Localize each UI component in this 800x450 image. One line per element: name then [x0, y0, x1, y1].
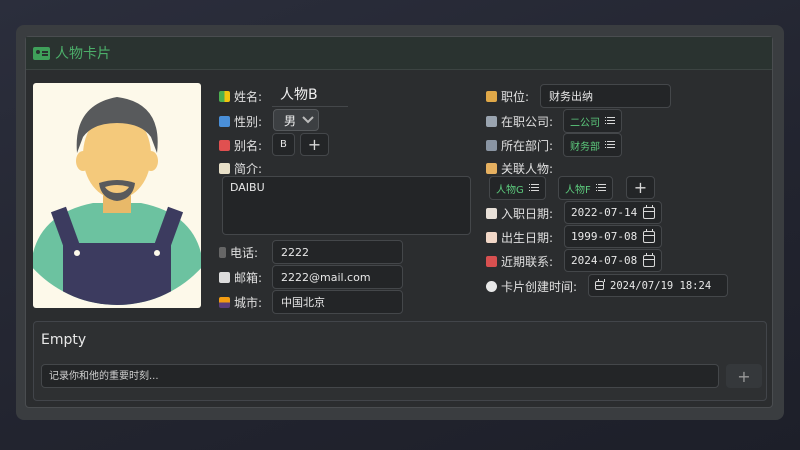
join-date-value: 2022-07-14 — [571, 206, 638, 219]
dept-label-text: 所在部门: — [501, 139, 554, 153]
phone-label: 电话: — [219, 244, 258, 261]
company-label-text: 在职公司: — [501, 115, 554, 129]
contact-date-label: 近期联系: — [486, 253, 553, 270]
person-icon — [486, 163, 497, 174]
calendar-icon — [486, 256, 497, 267]
join-date-label: 入职日期: — [486, 205, 553, 222]
memo-icon — [219, 163, 230, 174]
calendar-icon — [643, 204, 656, 219]
created-time-label: 卡片创建时间: — [486, 278, 577, 295]
person-icon — [486, 91, 497, 102]
avatar[interactable] — [33, 83, 201, 308]
list-icon[interactable] — [605, 117, 615, 125]
alias-tag[interactable]: B — [272, 133, 295, 156]
cityscape-icon — [219, 297, 230, 308]
birthday-cake-icon — [486, 232, 497, 243]
restroom-icon — [219, 116, 230, 127]
related-tag[interactable]: 人物F — [558, 176, 613, 200]
created-time-value: 2024/07/19 18:24 — [610, 279, 712, 292]
email-field[interactable]: 2222@mail.com — [272, 265, 403, 289]
gender-select[interactable]: 男 — [273, 109, 319, 131]
email-label: 邮箱: — [219, 269, 262, 286]
related-tag-label: 人物G — [496, 184, 524, 196]
company-tag-label: 二公司 — [570, 117, 600, 129]
add-related-button[interactable]: + — [626, 176, 655, 199]
company-tag[interactable]: 二公司 — [563, 109, 622, 133]
phone-field[interactable]: 2222 — [272, 240, 403, 264]
list-icon[interactable] — [528, 184, 539, 192]
contact-date-picker[interactable]: 2024-07-08 — [564, 249, 662, 272]
phone-label-text: 电话: — [230, 246, 259, 260]
pager-icon — [219, 247, 226, 258]
created-time-field: 2024/07/19 18:24 — [588, 274, 728, 297]
calendar-icon — [219, 140, 230, 151]
created-time-label-text: 卡片创建时间: — [501, 280, 578, 294]
related-label-text: 关联人物: — [501, 162, 554, 176]
birth-date-label-text: 出生日期: — [501, 231, 554, 245]
building-icon — [486, 140, 497, 151]
position-field[interactable]: 财务出纳 — [540, 84, 671, 108]
calendar-pen-icon — [486, 208, 497, 219]
birth-date-label: 出生日期: — [486, 229, 553, 246]
join-date-label-text: 入职日期: — [501, 207, 554, 221]
name-label: 姓名: — [219, 88, 262, 105]
dept-label: 所在部门: — [486, 137, 553, 154]
birth-date-picker[interactable]: 1999-07-08 — [564, 225, 662, 248]
card-title: 人物卡片 — [55, 46, 111, 62]
dept-tag[interactable]: 财务部 — [563, 133, 622, 157]
alias-label: 别名: — [219, 137, 262, 154]
company-label: 在职公司: — [486, 113, 553, 130]
related-tag[interactable]: 人物G — [489, 176, 546, 200]
name-input[interactable]: 人物B — [272, 81, 348, 107]
related-label: 关联人物: — [486, 160, 553, 177]
city-label: 城市: — [219, 294, 262, 311]
person-avatar-illustration — [33, 97, 201, 305]
join-date-picker[interactable]: 2022-07-14 — [564, 201, 662, 224]
calendar-icon — [595, 279, 605, 290]
chevron-down-icon — [302, 116, 314, 124]
add-moment-button[interactable]: + — [726, 364, 762, 388]
intro-label-text: 简介: — [234, 162, 263, 176]
gender-label-text: 性别: — [234, 115, 263, 129]
birth-date-value: 1999-07-08 — [571, 230, 638, 243]
clock-icon — [486, 281, 497, 292]
card-header: 人物卡片 — [26, 37, 772, 70]
dept-tag-label: 财务部 — [570, 141, 600, 153]
beginner-badge-icon — [219, 91, 230, 102]
person-card: 人物卡片 姓名: 人物B 性别: 男 别名: B + 简介: DAIBU 电话:… — [25, 36, 773, 408]
city-field[interactable]: 中国北京 — [272, 290, 403, 314]
email-label-text: 邮箱: — [234, 271, 263, 285]
gender-select-value: 男 — [284, 113, 297, 128]
position-label-text: 职位: — [501, 90, 530, 104]
intro-textarea[interactable]: DAIBU — [222, 176, 471, 235]
list-icon[interactable] — [595, 184, 606, 192]
timeline-panel: Empty + — [33, 321, 767, 401]
contact-date-value: 2024-07-08 — [571, 254, 638, 267]
position-label: 职位: — [486, 88, 529, 105]
name-label-text: 姓名: — [234, 90, 263, 104]
add-alias-button[interactable]: + — [300, 133, 329, 156]
envelope-icon — [219, 272, 230, 283]
contact-date-label-text: 近期联系: — [501, 255, 554, 269]
id-card-icon — [33, 46, 50, 60]
related-tag-label: 人物F — [565, 184, 591, 196]
timeline-input[interactable] — [41, 364, 719, 388]
city-label-text: 城市: — [234, 296, 263, 310]
intro-label: 简介: — [219, 160, 262, 177]
gender-label: 性别: — [219, 113, 262, 130]
alias-label-text: 别名: — [234, 139, 263, 153]
office-building-icon — [486, 116, 497, 127]
calendar-icon — [643, 252, 656, 267]
timeline-empty-text: Empty — [41, 332, 87, 348]
list-icon[interactable] — [605, 141, 615, 149]
calendar-icon — [643, 228, 656, 243]
